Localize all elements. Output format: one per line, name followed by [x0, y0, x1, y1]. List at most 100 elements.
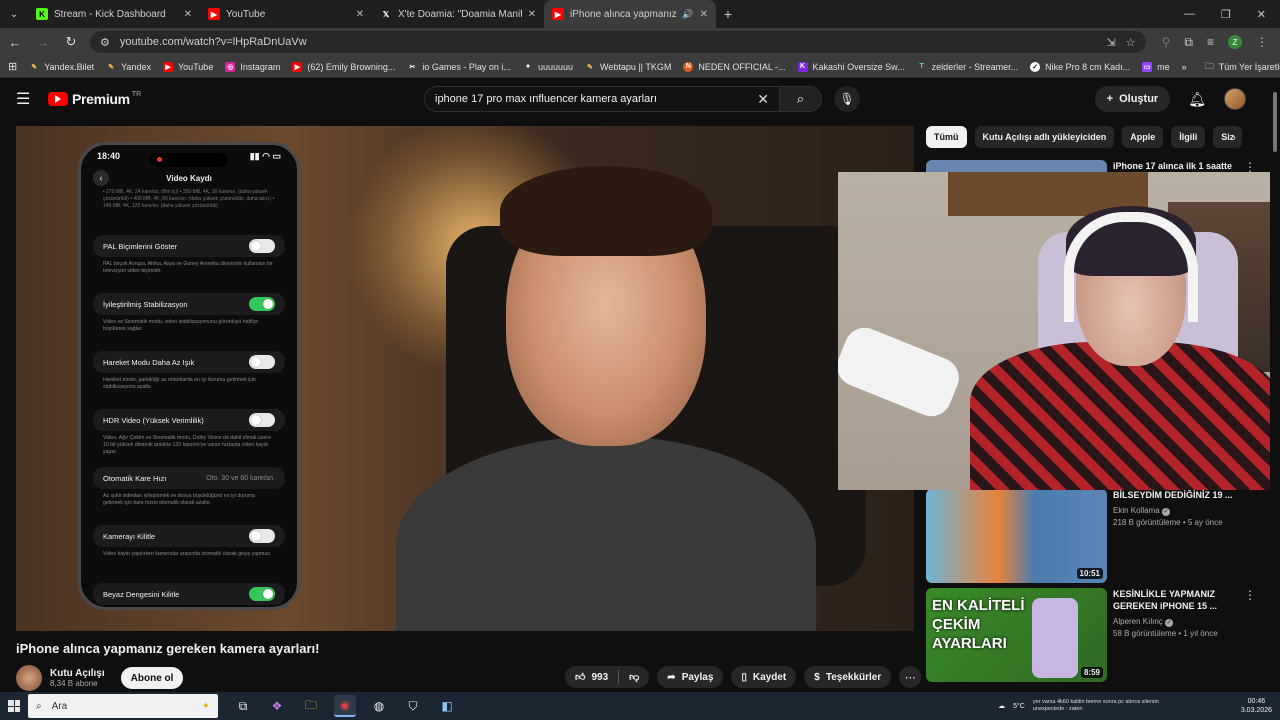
new-tab-button[interactable]: +: [716, 6, 740, 22]
close-window-icon[interactable]: ✕: [1257, 8, 1266, 21]
install-icon[interactable]: ⇲: [1107, 36, 1116, 49]
apps-grid-icon[interactable]: ⊞: [8, 60, 17, 73]
extensions-puzzle-icon[interactable]: ⧉: [1184, 35, 1193, 50]
bookmark-item[interactable]: ◎ Instagram: [225, 61, 280, 72]
bookmark-item[interactable]: ● uuuuuuu: [523, 62, 573, 72]
account-avatar[interactable]: [1224, 88, 1246, 110]
tab-youtube[interactable]: ▶ YouTube ✕: [200, 0, 372, 28]
share-button[interactable]: ➦ Paylaş: [657, 666, 724, 688]
like-dislike-group: 👍︎ 993 👎︎: [565, 666, 650, 688]
back-icon[interactable]: ←: [6, 35, 24, 50]
video-thumbnail[interactable]: 10:51: [926, 489, 1107, 583]
more-bookmarks-icon[interactable]: »: [1182, 62, 1187, 72]
recommendation-title[interactable]: KESİNLİKLE YAPMANIZ GEREKEN iPHONE 15 ..…: [1113, 588, 1256, 612]
chip-apple[interactable]: Apple: [1122, 126, 1164, 148]
bookmark-item[interactable]: ✎ Yandex.Bilet: [29, 62, 94, 72]
more-actions-button[interactable]: ⋯: [899, 666, 922, 688]
file-explorer-icon[interactable]: 🗀: [300, 695, 322, 717]
bookmark-item[interactable]: N NEDEN OFFICIAL -...: [683, 61, 786, 72]
setting-label: HDR Video (Yüksek Verimlilik): [103, 415, 204, 425]
bookmark-star-icon[interactable]: ☆: [1126, 36, 1136, 49]
like-button[interactable]: 👍︎ 993: [565, 666, 618, 688]
weather-icon[interactable]: ☁︎: [998, 702, 1005, 710]
channel-name[interactable]: Kutu Açılışı: [50, 668, 105, 679]
task-view-icon[interactable]: ⧉: [232, 695, 254, 717]
bookmark-item[interactable]: K Kakashi Oversize Sw...: [797, 61, 905, 72]
chip-all[interactable]: Tümü: [926, 126, 967, 148]
recommendation-item[interactable]: 10:51 BİLSEYDİM DEDİĞİNİZ 19 ... Ekin Ko…: [926, 489, 1256, 583]
close-icon[interactable]: ✕: [184, 9, 192, 20]
clock[interactable]: 00:46 3.03.2026: [1241, 697, 1272, 715]
reload-icon[interactable]: ↻: [62, 34, 80, 50]
channel-line[interactable]: Alperen Kılınç ✓: [1113, 616, 1256, 628]
neden-icon: N: [683, 61, 694, 72]
chevron-right-icon[interactable]: ›: [1232, 130, 1236, 144]
omnibox[interactable]: ⚙ youtube.com/watch?v=lHpRaDnUaVw ⇲ ☆: [90, 31, 1146, 53]
maximize-icon[interactable]: ❐: [1221, 8, 1231, 21]
channel-line[interactable]: Ekin Kollama ✓: [1113, 505, 1256, 517]
subscribe-button[interactable]: Abone ol: [120, 667, 184, 689]
menu-icon[interactable]: ☰: [16, 89, 40, 109]
app-icon[interactable]: ◧: [436, 695, 458, 717]
tab-current-video[interactable]: ▶ iPhone alınca yapmanız gere 🔊 ✕: [544, 0, 716, 28]
scrollbar-thumb[interactable]: [1273, 92, 1277, 152]
search-input[interactable]: iphone 17 pro max ınfluencer kamera ayar…: [424, 86, 780, 112]
bookmark-item[interactable]: Tzelderler - Streamer...: [917, 62, 1018, 72]
start-button[interactable]: [0, 700, 28, 712]
all-bookmarks[interactable]: 🗀 Tüm Yer İşaretleri: [1205, 59, 1280, 75]
close-icon[interactable]: ✕: [356, 9, 364, 20]
forward-icon[interactable]: →: [34, 35, 52, 50]
youtube-logo[interactable]: Premium TR: [48, 91, 141, 107]
bell-icon[interactable]: 🔔︎: [1188, 91, 1206, 108]
more-vert-icon[interactable]: ⋮: [1244, 588, 1256, 602]
bookmark-item[interactable]: ✎ Yandex: [106, 62, 151, 72]
tab-search-menu[interactable]: ⌄: [0, 0, 28, 28]
voice-search-button[interactable]: 🎙: [834, 86, 860, 112]
media-control-icon[interactable]: ≡: [1207, 35, 1214, 49]
weather-temp[interactable]: 5°C: [1013, 703, 1025, 710]
save-button[interactable]: ▯ Kaydet: [731, 666, 797, 688]
browser-tab-bar: ⌄ K Stream - Kick Dashboard ✕ ▶ YouTube …: [0, 0, 1280, 28]
create-button[interactable]: + Oluştur: [1094, 86, 1171, 112]
recommendation-item[interactable]: EN KALİTELİ ÇEKİM AYARLARI 8:59 KESİNLİK…: [926, 588, 1256, 682]
close-icon[interactable]: ✕: [700, 9, 708, 20]
bookmark-item[interactable]: ▭ me: [1142, 61, 1170, 72]
bookmark-item[interactable]: ✂ io Games - Play on i...: [407, 62, 510, 72]
taskbar-search[interactable]: ⌕ Ara ✦: [28, 694, 218, 718]
video-thumbnail[interactable]: EN KALİTELİ ÇEKİM AYARLARI 8:59: [926, 588, 1107, 682]
extension-icon[interactable]: ⚲: [1162, 35, 1171, 49]
obs-icon[interactable]: ◍: [368, 695, 390, 717]
url-text[interactable]: youtube.com/watch?v=lHpRaDnUaVw: [120, 36, 1097, 48]
tab-x[interactable]: 𝕏 X'te Doamia: "Doamia Manifest ✕: [372, 0, 544, 28]
clear-icon[interactable]: ✕: [757, 91, 769, 108]
header-actions: + Oluştur 🔔︎: [1094, 86, 1246, 112]
dislike-button[interactable]: 👎︎: [619, 666, 649, 688]
close-icon[interactable]: ✕: [528, 9, 536, 20]
bookmark-item[interactable]: ▶ YouTube: [162, 61, 214, 72]
channel-avatar[interactable]: [16, 665, 42, 691]
menu-dots-icon[interactable]: ⋮: [1256, 35, 1268, 49]
bookmark-item[interactable]: ✓ Nike Pro 8 cm Kadı...: [1030, 61, 1130, 72]
search-button[interactable]: ⌕: [780, 86, 822, 112]
page-scrollbar[interactable]: [1270, 78, 1280, 692]
chrome-icon[interactable]: ◉: [334, 695, 356, 717]
shield-icon[interactable]: ⛉: [402, 695, 424, 717]
chip-related[interactable]: İlgili: [1171, 126, 1206, 148]
bookmark-item[interactable]: ✎ Webtapu || TKGM: [585, 62, 671, 72]
recommendation-title[interactable]: iPhone 17 alınca ilk 1 saatte: [1113, 160, 1256, 172]
minimize-icon[interactable]: —: [1184, 8, 1195, 21]
chip-uploader[interactable]: Kutu Açılışı adlı yükleyiciden: [974, 126, 1115, 148]
profile-avatar[interactable]: Z: [1228, 35, 1242, 49]
copilot-icon[interactable]: ❖: [266, 695, 288, 717]
channel-info: Kutu Açılışı 8,34 B abone: [50, 668, 105, 688]
video-player[interactable]: 18:40 ▮▮ ◠ ▭ ‹ Video Kaydı • 270 MB, 4K,…: [16, 126, 914, 631]
speaker-icon[interactable]: 🔊: [682, 9, 693, 20]
recommendation-title[interactable]: BİLSEYDİM DEDİĞİNİZ 19 ...: [1113, 489, 1256, 501]
site-info-icon[interactable]: ⚙: [100, 36, 110, 49]
bookmark-item[interactable]: ▶ (62) Emily Browning...: [292, 61, 395, 72]
search-query[interactable]: iphone 17 pro max ınfluencer kamera ayar…: [435, 93, 757, 105]
chip-for-you[interactable]: Siz: [1213, 126, 1243, 148]
tab-kick[interactable]: K Stream - Kick Dashboard ✕: [28, 0, 200, 28]
bookmark-label: YouTube: [177, 61, 214, 72]
thanks-button[interactable]: $ Teşekkürler: [804, 666, 892, 688]
